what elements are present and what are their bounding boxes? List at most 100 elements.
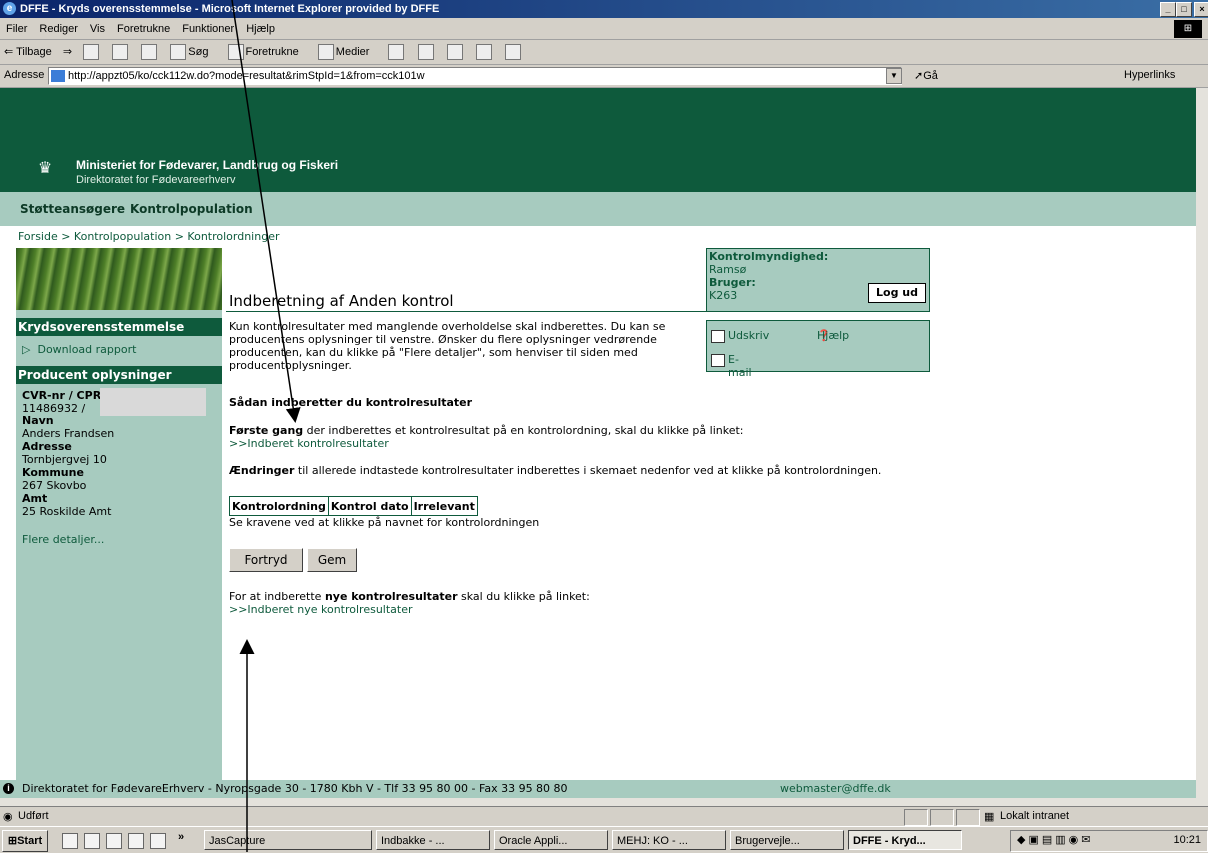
- printer-icon: [711, 329, 725, 343]
- sidebar-heading-producent: Producent oplysninger: [16, 366, 222, 384]
- menu-vis[interactable]: Vis: [84, 19, 111, 39]
- search-button[interactable]: Søg: [170, 40, 216, 64]
- task-inbox[interactable]: Indbakke - ...: [376, 830, 490, 850]
- cancel-button[interactable]: Fortryd: [229, 548, 303, 572]
- window-title: DFFE - Kryds overensstemmelse - Microsof…: [20, 3, 440, 15]
- directorate-name: Direktoratet for Fødevareerhverv: [76, 174, 236, 186]
- site-footer: i Direktoratet for FødevareErhverv - Nyr…: [0, 780, 1196, 798]
- status-pane: [904, 809, 928, 826]
- mail-icon[interactable]: [417, 40, 436, 64]
- menu-filer[interactable]: Filer: [0, 19, 33, 39]
- status-pane: [930, 809, 954, 826]
- breadcrumb[interactable]: Forside > Kontrolpopulation > Kontrolord…: [18, 230, 280, 243]
- stop-icon[interactable]: [83, 40, 101, 64]
- back-button[interactable]: ⇐ Tilbage: [4, 40, 52, 64]
- task-dffe[interactable]: DFFE - Kryd...: [848, 830, 962, 850]
- windows-logo-icon: ⊞: [1174, 20, 1202, 38]
- start-button[interactable]: ⊞Start: [2, 830, 48, 852]
- forward-button[interactable]: ⇒: [63, 40, 72, 64]
- favorites-button[interactable]: Foretrukne: [227, 40, 307, 64]
- triangle-right-icon: ▷: [22, 343, 31, 356]
- tray-icons[interactable]: ◆▣▤▥◉✉: [1017, 833, 1093, 846]
- col-kontrol-dato: Kontrol dato: [327, 496, 412, 516]
- home-icon[interactable]: [141, 40, 159, 64]
- links-button[interactable]: Hyperlinks: [1124, 69, 1175, 81]
- changes-text: Ændringer til allerede indtastede kontro…: [229, 464, 882, 477]
- quicklaunch-desktop-icon[interactable]: [62, 833, 78, 849]
- search-icon: [170, 44, 187, 61]
- address-value: Tornbjergvej 10: [22, 453, 107, 466]
- webmaster-email-link[interactable]: webmaster@dffe.dk: [780, 782, 891, 795]
- intranet-icon: ▦: [984, 811, 995, 823]
- nav-stotteansogere[interactable]: Støtteansøgere: [20, 202, 125, 216]
- report-new-results-link[interactable]: >>Indberet nye kontrolresultater: [229, 603, 413, 616]
- window-title-bar: e DFFE - Kryds overensstemmelse - Micros…: [0, 0, 1208, 18]
- go-button[interactable]: ➚Gå: [914, 69, 938, 82]
- edit-icon[interactable]: [475, 40, 494, 64]
- save-button[interactable]: Gem: [307, 548, 357, 572]
- address-bar: Adresse http://appzt05/ko/cck112w.do?mod…: [0, 65, 1208, 88]
- print-link[interactable]: Udskriv: [711, 329, 769, 343]
- minimize-button[interactable]: _: [1160, 2, 1176, 17]
- print-icon[interactable]: [446, 40, 465, 64]
- task-oracle[interactable]: Oracle Appli...: [494, 830, 608, 850]
- close-button[interactable]: ×: [1194, 2, 1208, 17]
- email-link[interactable]: E-mail: [711, 353, 752, 379]
- system-tray: ◆▣▤▥◉✉ 10:21: [1010, 830, 1208, 852]
- report-results-link[interactable]: >>Indberet kontrolresultater: [229, 437, 389, 450]
- taskbar: ⊞Start » JasCapture Indbakke - ... Oracl…: [0, 826, 1208, 853]
- kommune-value: 267 Skovbo: [22, 479, 87, 492]
- user-label: Bruger:: [709, 276, 756, 289]
- col-kontrolordning: Kontrolordning: [229, 496, 329, 516]
- quicklaunch-word-icon[interactable]: [150, 833, 166, 849]
- discuss-icon[interactable]: [504, 40, 523, 64]
- quicklaunch-ie-icon[interactable]: [106, 833, 122, 849]
- browser-toolbar: ⇐ Tilbage ⇒ Søg Foretrukne Medier: [0, 40, 1208, 65]
- table-note: Se kravene ved at klikke på navnet for k…: [229, 516, 540, 529]
- vertical-scrollbar[interactable]: [1196, 88, 1208, 806]
- nav-kontrolpopulation[interactable]: Kontrolpopulation: [130, 202, 253, 216]
- redacted-block: [100, 388, 206, 416]
- quicklaunch-more[interactable]: »: [178, 831, 184, 843]
- status-pane: [956, 809, 980, 826]
- zone-label: Lokalt intranet: [1000, 810, 1070, 822]
- horizontal-scrollbar[interactable]: [0, 798, 1196, 806]
- refresh-icon[interactable]: [112, 40, 130, 64]
- more-details-link[interactable]: Flere detaljer...: [22, 533, 104, 546]
- menu-funktioner[interactable]: Funktioner: [176, 19, 240, 39]
- task-mehj[interactable]: MEHJ: KO - ...: [612, 830, 726, 850]
- main-nav: Støtteansøgere Kontrolpopulation: [0, 192, 1196, 226]
- status-done: Udført: [18, 810, 49, 822]
- field-photo: [16, 248, 222, 310]
- quicklaunch-outlook-icon[interactable]: [128, 833, 144, 849]
- media-button[interactable]: Medier: [317, 40, 378, 64]
- amt-label: Amt: [22, 492, 48, 505]
- browser-status-bar: ◉ Udført ▦ Lokalt intranet: [0, 806, 1208, 827]
- results-table: Kontrolordning Kontrol dato Irrelevant: [229, 496, 478, 516]
- menu-foretrukne[interactable]: Foretrukne: [111, 19, 176, 39]
- logout-button[interactable]: Log ud: [868, 283, 926, 303]
- task-jascapture[interactable]: JasCapture: [204, 830, 372, 850]
- clock: 10:21: [1173, 834, 1201, 846]
- info-icon: i: [3, 783, 14, 794]
- col-irrelevant: Irrelevant: [410, 496, 478, 516]
- page-icon: [51, 70, 65, 83]
- ministry-name: Ministeriet for Fødevarer, Landbrug og F…: [76, 158, 339, 172]
- windows-logo-icon: ⊞: [7, 835, 18, 847]
- new-results-text: For at indberette nye kontrolresultater …: [229, 590, 590, 603]
- task-brugervejledning[interactable]: Brugervejle...: [730, 830, 844, 850]
- menu-rediger[interactable]: Rediger: [33, 19, 84, 39]
- menu-hjaelp[interactable]: Hjælp: [240, 19, 281, 39]
- address-dropdown-icon[interactable]: ▼: [886, 68, 902, 84]
- address-input[interactable]: http://appzt05/ko/cck112w.do?mode=result…: [48, 67, 902, 85]
- info-box: Kontrolmyndighed: Ramsø Bruger: K263 Log…: [706, 248, 930, 312]
- download-report-link[interactable]: ▷ Download rapport: [22, 343, 136, 356]
- page-done-icon: ◉: [3, 811, 13, 823]
- history-icon[interactable]: [388, 40, 406, 64]
- quicklaunch-search-icon[interactable]: [84, 833, 100, 849]
- favorites-icon: [227, 44, 244, 61]
- first-time-text: Første gang der indberettes et kontrolre…: [229, 424, 744, 437]
- name-value: Anders Frandsen: [22, 427, 115, 440]
- maximize-button[interactable]: □: [1176, 2, 1192, 17]
- name-label: Navn: [22, 414, 54, 427]
